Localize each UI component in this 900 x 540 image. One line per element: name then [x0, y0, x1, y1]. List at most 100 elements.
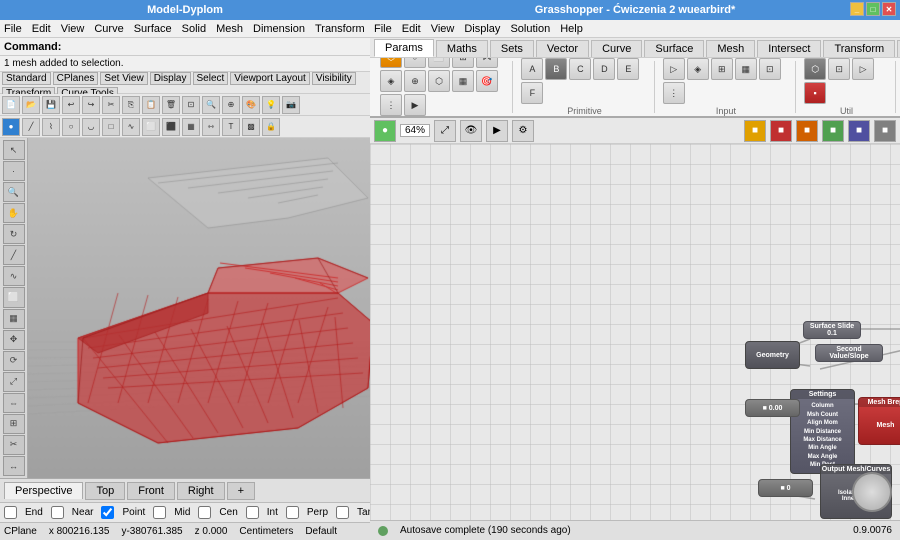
- tool-polyline[interactable]: ⌇: [42, 118, 60, 136]
- tool-light[interactable]: 💡: [262, 96, 280, 114]
- tool-zoom-ext[interactable]: 🔍: [202, 96, 220, 114]
- gh-btn-open[interactable]: ●: [374, 120, 396, 142]
- tab-front[interactable]: Front: [127, 482, 175, 500]
- rib-geo1[interactable]: ⬡: [380, 58, 402, 68]
- tb-viewport-layout[interactable]: Viewport Layout: [230, 72, 310, 85]
- rib-geo3[interactable]: ⬜: [428, 58, 450, 68]
- menu-mesh[interactable]: Mesh: [216, 23, 243, 35]
- tool-copy[interactable]: ⎘: [122, 96, 140, 114]
- rib-geo5[interactable]: ⋈: [476, 58, 498, 68]
- rib-geo9[interactable]: ▦: [452, 70, 474, 92]
- tool-select-all[interactable]: ⊡: [182, 96, 200, 114]
- tool-zoom-all[interactable]: ⊕: [222, 96, 240, 114]
- rib-inp6[interactable]: ⋮: [663, 82, 685, 104]
- tb-select[interactable]: Select: [193, 72, 229, 85]
- side-move[interactable]: ✥: [3, 330, 25, 350]
- snap-tan[interactable]: [336, 506, 349, 519]
- tool-lock[interactable]: 🔒: [262, 118, 280, 136]
- rib-util3[interactable]: ▷: [852, 58, 874, 80]
- menu-file[interactable]: File: [4, 23, 22, 35]
- rib-geo6[interactable]: ◈: [380, 70, 402, 92]
- tool-arc[interactable]: ◡: [82, 118, 100, 136]
- tool-render[interactable]: 🎨: [242, 96, 260, 114]
- gh-menu-edit[interactable]: Edit: [402, 23, 421, 35]
- snap-int[interactable]: [246, 506, 259, 519]
- tool-camera[interactable]: 📷: [282, 96, 300, 114]
- tool-curve[interactable]: ∿: [122, 118, 140, 136]
- node-surface-slide[interactable]: Surface Slide 0.1: [803, 321, 861, 339]
- tab-add[interactable]: +: [227, 482, 255, 500]
- gh-btn-right2[interactable]: ■: [770, 120, 792, 142]
- tool-surface[interactable]: ⬜: [142, 118, 160, 136]
- close-button[interactable]: ✕: [882, 2, 896, 16]
- snap-point[interactable]: [101, 506, 114, 519]
- side-scale[interactable]: ⤢: [3, 372, 25, 392]
- rib-geo11[interactable]: ⋮: [380, 94, 402, 116]
- tab-maths[interactable]: Maths: [436, 40, 488, 57]
- gh-btn-camera[interactable]: ▶: [486, 120, 508, 142]
- node-geometry[interactable]: Geometry: [745, 341, 800, 369]
- tab-sets[interactable]: Sets: [490, 40, 534, 57]
- rib-geo2[interactable]: ○: [404, 58, 426, 68]
- gh-menu-help[interactable]: Help: [560, 23, 583, 35]
- rhino-viewport[interactable]: Perspective: [28, 138, 370, 478]
- tool-text[interactable]: T: [222, 118, 240, 136]
- rib-inp1[interactable]: ▷: [663, 58, 685, 80]
- gh-menu-view[interactable]: View: [431, 23, 455, 35]
- gh-menu-file[interactable]: File: [374, 23, 392, 35]
- rib-prim2[interactable]: B: [545, 58, 567, 80]
- tool-cut[interactable]: ✂: [102, 96, 120, 114]
- maximize-button[interactable]: □: [866, 2, 880, 16]
- tb-setview[interactable]: Set View: [100, 72, 147, 85]
- rib-inp3[interactable]: ⊞: [711, 58, 733, 80]
- tool-mesh-btn[interactable]: ▦: [182, 118, 200, 136]
- rib-util4[interactable]: ▪: [804, 82, 826, 104]
- menu-dimension[interactable]: Dimension: [253, 23, 305, 35]
- snap-cen[interactable]: [198, 506, 211, 519]
- tab-perspective[interactable]: Perspective: [4, 482, 83, 499]
- tool-dim[interactable]: ⇿: [202, 118, 220, 136]
- tab-params[interactable]: Params: [374, 39, 434, 57]
- tool-rect[interactable]: □: [102, 118, 120, 136]
- menu-view[interactable]: View: [61, 23, 85, 35]
- minimize-button[interactable]: _: [850, 2, 864, 16]
- snap-mid[interactable]: [153, 506, 166, 519]
- tool-delete[interactable]: 🗑: [162, 96, 180, 114]
- side-line2[interactable]: ╱: [3, 245, 25, 265]
- node-iterator-slide[interactable]: ■ 0: [758, 479, 813, 497]
- gh-canvas[interactable]: Model/Curves Output Model/CurvesSecond V…: [370, 144, 900, 520]
- rib-geo7[interactable]: ⊕: [404, 70, 426, 92]
- tool-save[interactable]: 💾: [42, 96, 60, 114]
- tb-display[interactable]: Display: [150, 72, 191, 85]
- menu-transform[interactable]: Transform: [315, 23, 365, 35]
- menu-edit[interactable]: Edit: [32, 23, 51, 35]
- tab-top[interactable]: Top: [85, 482, 125, 500]
- tab-right[interactable]: Right: [177, 482, 225, 500]
- gh-navigator[interactable]: [852, 472, 892, 512]
- snap-end[interactable]: [4, 506, 17, 519]
- tab-curve[interactable]: Curve: [591, 40, 642, 57]
- side-surface2[interactable]: ⬜: [3, 287, 25, 307]
- tab-intersect[interactable]: Intersect: [757, 40, 821, 57]
- side-rotate[interactable]: ↻: [3, 224, 25, 244]
- side-pan[interactable]: ✋: [3, 203, 25, 223]
- gh-btn-right5[interactable]: ■: [848, 120, 870, 142]
- tool-undo[interactable]: ↩: [62, 96, 80, 114]
- snap-near[interactable]: [51, 506, 64, 519]
- gh-btn-zoom-fit[interactable]: ⤢: [434, 120, 456, 142]
- rib-geo12[interactable]: ▶: [404, 94, 426, 116]
- tool-point[interactable]: ●: [2, 118, 20, 136]
- menu-surface[interactable]: Surface: [134, 23, 172, 35]
- tb-standard[interactable]: Standard: [2, 72, 51, 85]
- side-zoom[interactable]: 🔍: [3, 182, 25, 202]
- rib-util1[interactable]: ⬡: [804, 58, 826, 80]
- side-points[interactable]: ·: [3, 161, 25, 181]
- rib-prim1[interactable]: A: [521, 58, 543, 80]
- rib-inp4[interactable]: ▦: [735, 58, 757, 80]
- gh-btn-right3[interactable]: ■: [796, 120, 818, 142]
- rib-prim3[interactable]: C: [569, 58, 591, 80]
- side-extend[interactable]: ↔: [3, 456, 25, 476]
- gh-menu-solution[interactable]: Solution: [510, 23, 550, 35]
- side-rotate2[interactable]: ⟳: [3, 351, 25, 371]
- gh-btn-preview[interactable]: 👁: [460, 120, 482, 142]
